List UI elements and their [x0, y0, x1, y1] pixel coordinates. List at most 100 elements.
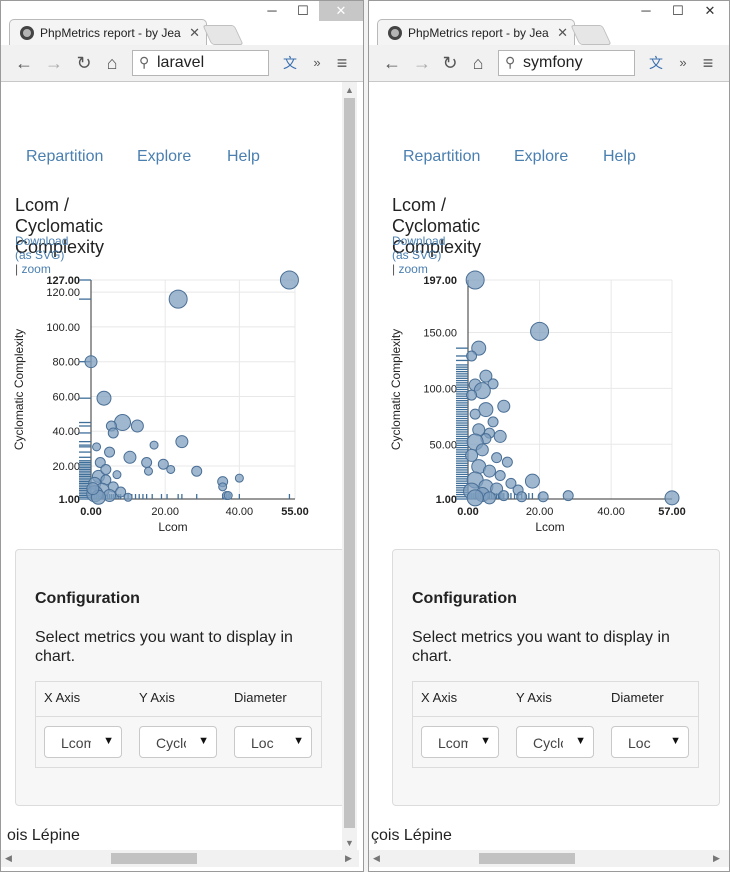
vertical-scrollbar[interactable]: ▲ ▼	[342, 82, 357, 852]
maximize-button[interactable]: ☐	[661, 1, 695, 21]
close-tab-icon[interactable]: ✕	[189, 25, 200, 41]
x-tick-label: 20.00	[151, 506, 179, 518]
data-point	[469, 408, 481, 420]
window-close-button[interactable]: ✕	[319, 1, 363, 21]
browser-tab[interactable]: PhpMetrics report - by Jea ✕	[9, 19, 207, 45]
back-icon[interactable]: ←	[13, 53, 35, 73]
y-axis-select[interactable]: Cyclomatic ▼	[139, 726, 217, 758]
data-point	[84, 355, 98, 369]
data-point	[493, 429, 507, 443]
horizontal-scrollbar[interactable]: ◀ ▶	[1, 850, 359, 867]
data-point	[114, 414, 132, 432]
home-icon[interactable]: ⌂	[467, 53, 489, 73]
x-axis-label: Lcom	[535, 520, 564, 534]
y-axis-select[interactable]: Cyclomatic ▼	[516, 726, 594, 758]
vertical-scroll-thumb[interactable]	[344, 98, 355, 828]
data-point	[123, 450, 137, 464]
dropdown-caret-icon: ▼	[198, 735, 209, 747]
data-point	[516, 491, 528, 503]
table-divider	[413, 716, 698, 717]
minimize-button[interactable]: ─	[255, 1, 289, 21]
axis-config-table: X Axis Y Axis Diameter Lcom ▼ Cyclomatic…	[35, 681, 322, 768]
nav-help[interactable]: Help	[603, 148, 636, 166]
data-point	[168, 289, 188, 309]
data-point	[175, 435, 189, 449]
y-axis-header: Y Axis	[516, 690, 552, 705]
extensions-overflow-icon[interactable]: »	[306, 53, 328, 73]
dropdown-caret-icon: ▼	[575, 735, 586, 747]
forward-icon[interactable]: →	[43, 53, 65, 73]
download-svg-link[interactable]: Download (as SVG)	[15, 234, 68, 262]
scroll-left-icon[interactable]: ◀	[5, 853, 12, 864]
data-point	[107, 427, 119, 439]
back-icon[interactable]: ←	[381, 53, 403, 73]
browser-chrome: PhpMetrics report - by Jea ✕ ─ ☐ ✕ ← → ↻…	[1, 1, 363, 82]
scroll-right-icon[interactable]: ▶	[345, 853, 352, 864]
x-axis-select-value: Lcom	[438, 735, 468, 751]
x-tick-label: 40.00	[226, 506, 254, 518]
diameter-header: Diameter	[611, 690, 664, 705]
nav-repartition[interactable]: Repartition	[403, 148, 480, 166]
y-tick-label: 20.00	[52, 461, 80, 473]
x-axis-select[interactable]: Lcom ▼	[44, 726, 122, 758]
search-icon: ⚲	[505, 54, 516, 70]
reload-icon[interactable]: ↻	[73, 53, 95, 73]
data-point	[191, 465, 203, 477]
address-text: laravel	[157, 54, 205, 71]
nav-repartition[interactable]: Repartition	[26, 148, 103, 166]
x-tick-label: 40.00	[597, 506, 625, 518]
horizontal-scroll-thumb[interactable]	[111, 853, 197, 864]
data-point	[96, 390, 112, 406]
address-bar[interactable]: ⚲ symfony	[498, 50, 635, 76]
home-icon[interactable]: ⌂	[101, 53, 123, 73]
x-axis-header: X Axis	[421, 690, 458, 705]
maximize-button[interactable]: ☐	[286, 1, 320, 21]
nav-help[interactable]: Help	[227, 148, 260, 166]
scroll-right-icon[interactable]: ▶	[713, 853, 720, 864]
window-close-button[interactable]: ✕	[693, 1, 727, 21]
data-point	[537, 491, 549, 503]
dropdown-caret-icon: ▼	[103, 735, 114, 747]
address-bar[interactable]: ⚲ laravel	[132, 50, 269, 76]
data-point	[475, 443, 489, 457]
y-axis-label: Cyclomatic Complexity	[12, 329, 26, 450]
tab-strip: PhpMetrics report - by Jea ✕ ─ ☐ ✕	[369, 1, 729, 45]
menu-icon[interactable]: ≡	[697, 53, 719, 73]
data-point	[482, 491, 496, 505]
x-axis-select[interactable]: Lcom ▼	[421, 726, 499, 758]
horizontal-scroll-thumb[interactable]	[479, 853, 575, 864]
scroll-left-icon[interactable]: ◀	[373, 853, 380, 864]
diameter-select[interactable]: Loc ▼	[234, 726, 312, 758]
menu-icon[interactable]: ≡	[331, 53, 353, 73]
minimize-button[interactable]: ─	[629, 1, 663, 21]
translate-icon[interactable]: 文	[279, 53, 301, 73]
browser-tab[interactable]: PhpMetrics report - by Jea ✕	[377, 19, 575, 45]
download-svg-link[interactable]: Download (as SVG)	[392, 234, 445, 262]
data-point	[218, 482, 228, 492]
data-point	[497, 399, 511, 413]
diameter-select[interactable]: Loc ▼	[611, 726, 689, 758]
tab-title: PhpMetrics report - by Jea	[40, 26, 181, 40]
x-axis-label: Lcom	[158, 520, 187, 534]
data-point	[223, 491, 233, 501]
extensions-overflow-icon[interactable]: »	[672, 53, 694, 73]
data-point	[664, 490, 680, 506]
footer-author: ois Lépine	[7, 827, 80, 844]
new-tab-button[interactable]	[570, 25, 612, 45]
scroll-down-icon[interactable]: ▼	[345, 838, 354, 848]
reload-icon[interactable]: ↻	[439, 53, 461, 73]
diameter-select-value: Loc	[251, 735, 274, 751]
translate-icon[interactable]: 文	[645, 53, 667, 73]
horizontal-scrollbar[interactable]: ◀ ▶	[369, 850, 729, 867]
close-tab-icon[interactable]: ✕	[557, 25, 568, 41]
configuration-description: Select metrics you want to display in ch…	[35, 629, 293, 665]
nav-explore[interactable]: Explore	[514, 148, 568, 166]
new-tab-button[interactable]	[202, 25, 244, 45]
scroll-up-icon[interactable]: ▲	[345, 85, 354, 95]
forward-icon[interactable]: →	[411, 53, 433, 73]
axis-config-table: X Axis Y Axis Diameter Lcom ▼ Cyclomatic…	[412, 681, 699, 768]
nav-explore[interactable]: Explore	[137, 148, 191, 166]
diameter-header: Diameter	[234, 690, 287, 705]
dropdown-caret-icon: ▼	[293, 735, 304, 747]
data-point	[466, 489, 484, 507]
